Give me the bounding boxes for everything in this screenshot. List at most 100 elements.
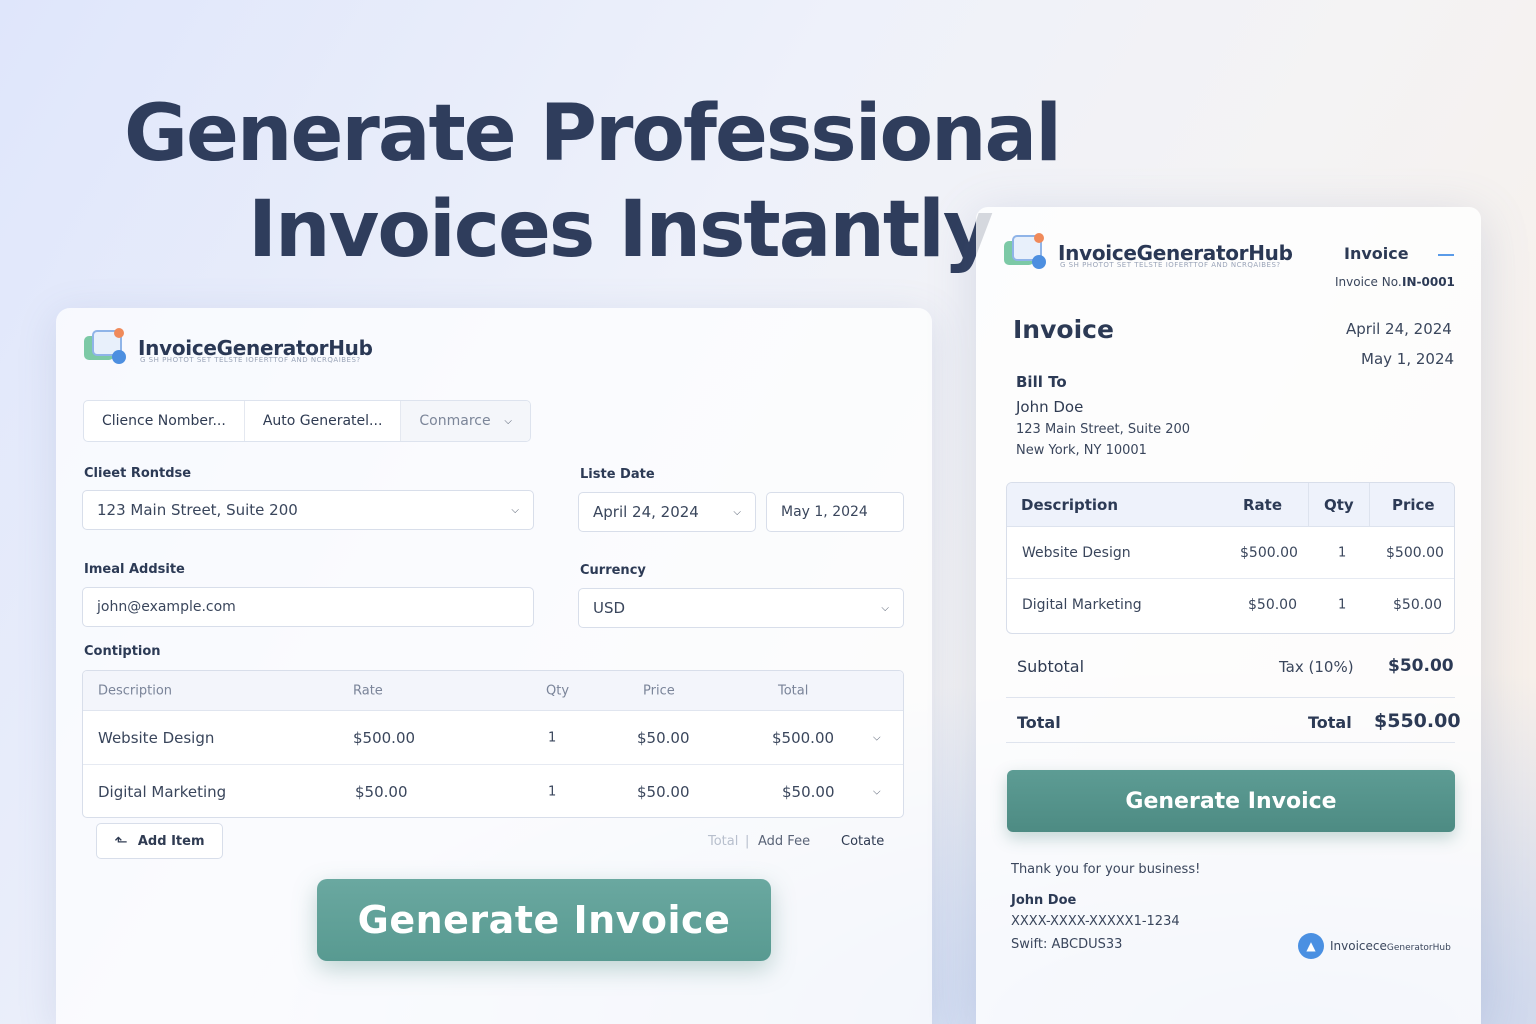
chevron-down-icon: ⌵ <box>733 506 741 518</box>
footer-brand-part-a: Invoicece <box>1330 939 1387 953</box>
header-rate: Rate <box>353 683 383 698</box>
invoice-logo-icon <box>84 328 128 366</box>
row-rate: $500.00 <box>353 728 416 747</box>
add-item-button[interactable]: ⬑ Add Item <box>96 823 223 859</box>
currency-value: USD <box>593 599 626 617</box>
segment-commerce-select[interactable]: Conmarce ⌵ <box>401 401 530 441</box>
row-price: $50.00 <box>1393 597 1442 613</box>
segment-client-number[interactable]: Clience Nomber... <box>84 401 245 441</box>
payment-account: XXXX-XXXX-XXXXX1-1234 <box>1011 914 1180 929</box>
payment-swift: Swift: ABCDUS33 <box>1011 937 1123 952</box>
total-link[interactable]: Total <box>708 834 738 849</box>
doc-type-accent <box>1438 254 1454 256</box>
bill-to-name: John Doe <box>1016 398 1084 416</box>
segment-auto-generate[interactable]: Auto Generatel... <box>245 401 402 441</box>
client-address-label: Clieet Rontdse <box>84 466 192 481</box>
client-address-value: 123 Main Street, Suite 200 <box>97 501 298 519</box>
table-row: Digital Marketing $50.00 1 $50.00 <box>1007 579 1454 631</box>
preview-brand: InvoiceGeneratorHub G SH PHOTOT SET TELS… <box>1004 233 1293 271</box>
row-total: $50.00 <box>782 783 835 801</box>
invoice-no-value: IN-0001 <box>1402 275 1455 289</box>
total-label: Total <box>1017 713 1061 732</box>
invoice-preview: Invoice GeneratorHub G SH PHOTOT SET TELS… <box>976 207 1481 1024</box>
chevron-down-icon[interactable]: ⌵ <box>873 787 881 798</box>
total-label-right: Total <box>1308 713 1352 732</box>
row-qty: 1 <box>548 784 557 800</box>
row-rate: $50.00 <box>1248 597 1297 613</box>
header-description: Description <box>98 683 173 698</box>
currency-select[interactable]: USD ⌵ <box>578 588 904 628</box>
row-description: Website Design <box>98 728 215 747</box>
invoice-number-segment: Clience Nomber... Auto Generatel... Conm… <box>83 400 531 442</box>
table-row: Website Design $500.00 1 $500.00 <box>1007 527 1454 579</box>
header-total: Total <box>778 683 809 698</box>
chevron-down-icon: ⌵ <box>504 415 512 427</box>
row-qty: 1 <box>1338 545 1347 560</box>
bill-to-address-1: 123 Main Street, Suite 200 <box>1016 422 1191 437</box>
preview-issue-date: April 24, 2024 <box>1346 320 1452 338</box>
row-price: $50.00 <box>637 783 690 801</box>
row-rate: $500.00 <box>1240 544 1298 561</box>
row-rate: $50.00 <box>355 783 408 801</box>
form-brand-tagline: G SH PHOTOT SET TELSTE IOFERTTOF AND NCR… <box>140 356 361 364</box>
segment-commerce-label: Conmarce <box>419 413 491 429</box>
email-label: Imeal Addsite <box>84 562 185 577</box>
row-description: Website Design <box>1022 544 1131 561</box>
line-items-label: Contiption <box>84 644 161 659</box>
chevron-down-icon: ⌵ <box>881 602 889 614</box>
chevron-down-icon: ⌵ <box>511 504 519 516</box>
footer-brand-part-b: GeneratorHub <box>1386 943 1451 953</box>
column-divider <box>1369 483 1370 526</box>
preview-brand-tagline: G SH PHOTOT SET TELSTE IOFERTTOF AND NCR… <box>1060 261 1281 269</box>
chevron-down-icon[interactable]: ⌵ <box>873 732 881 743</box>
line-items-table: Description Rate Qty Price Total Website… <box>82 670 904 818</box>
issue-date-label: Liste Date <box>580 467 655 482</box>
header-qty: Qty <box>546 683 570 698</box>
invoice-form-panel: InvoiceGeneratorHub G SH PHOTOT SET TELS… <box>56 308 932 1024</box>
table-header: Description Rate Qty Price Total <box>83 671 903 711</box>
preview-title: Invoice <box>1013 315 1114 344</box>
header-price: Price <box>1392 495 1435 514</box>
preview-items-table: Description Rate Qty Price Website Desig… <box>1006 482 1455 634</box>
add-fee-link[interactable]: Add Fee <box>758 834 810 849</box>
table-header: Description Rate Qty Price <box>1007 483 1454 527</box>
row-qty: 1 <box>548 730 557 745</box>
row-price: $50.00 <box>637 728 690 747</box>
header-rate: Rate <box>1243 495 1283 514</box>
row-description: Digital Marketing <box>1022 597 1142 613</box>
generate-invoice-button[interactable]: Generate Invoice <box>1007 770 1455 832</box>
due-date-field[interactable]: May 1, 2024 <box>766 492 904 532</box>
bill-to-label: Bill To <box>1016 373 1067 391</box>
client-address-select[interactable]: 123 Main Street, Suite 200 ⌵ <box>82 490 534 530</box>
total-value: $550.00 <box>1374 710 1461 732</box>
header-qty: Qty <box>1324 495 1354 514</box>
currency-label: Currency <box>580 563 646 578</box>
subtotal-label: Subtotal <box>1017 657 1085 676</box>
form-brand: InvoiceGeneratorHub G SH PHOTOT SET TELS… <box>84 328 373 366</box>
invoice-logo-icon <box>1004 233 1048 271</box>
generate-invoice-button[interactable]: Generate Invoice <box>317 879 771 961</box>
tax-value: $50.00 <box>1388 656 1454 676</box>
row-price: $500.00 <box>1386 544 1444 561</box>
row-total: $500.00 <box>772 728 835 747</box>
email-field[interactable]: john@example.com <box>82 587 534 627</box>
totals-divider <box>1006 742 1455 743</box>
footer-brand-text: InvoiceceGeneratorHub <box>1330 939 1451 953</box>
thank-you-note: Thank you for your business! <box>1011 862 1201 877</box>
bill-to-address-2: New York, NY 10001 <box>1016 443 1147 458</box>
totals-divider <box>1006 697 1455 698</box>
table-row[interactable]: Digital Marketing $50.00 1 $50.00 $50.00… <box>83 765 903 817</box>
preview-doc-type: Invoice <box>1344 244 1409 263</box>
calculate-link[interactable]: Cotate <box>841 834 884 849</box>
footer-brand: ▲ InvoiceceGeneratorHub <box>1298 933 1451 959</box>
issue-date-select[interactable]: April 24, 2024 ⌵ <box>578 492 756 532</box>
table-row[interactable]: Website Design $500.00 1 $50.00 $500.00 … <box>83 711 903 765</box>
hero-line-2: Invoices Instantly <box>248 185 994 275</box>
header-price: Price <box>643 683 675 698</box>
plus-icon: ⬑ <box>114 831 128 851</box>
issue-date-value: April 24, 2024 <box>593 503 699 521</box>
brand-mark-icon: ▲ <box>1298 933 1324 959</box>
add-item-label: Add Item <box>137 833 205 849</box>
payment-name: John Doe <box>1011 893 1077 908</box>
email-value: john@example.com <box>97 599 236 615</box>
